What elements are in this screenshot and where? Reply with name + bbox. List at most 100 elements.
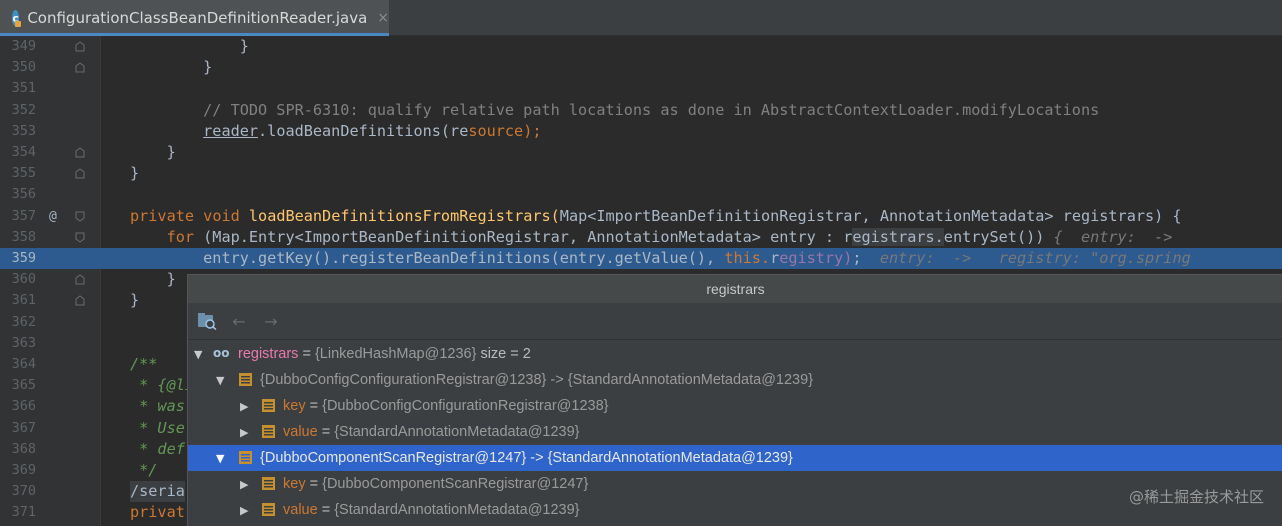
editor-tab-active[interactable]: c ConfigurationClassBeanDefinitionReader… <box>0 0 389 36</box>
java-class-icon: c <box>12 10 22 27</box>
line-number: 363 <box>11 334 36 351</box>
line-number: 362 <box>11 313 36 330</box>
code-line[interactable]: 353 reader.loadBeanDefinitions(resource)… <box>0 121 1282 142</box>
tree-row-entry[interactable]: ▼ {DubboConfigConfigurationRegistrar@123… <box>188 367 1282 393</box>
code-comment: // TODO SPR-6310: qualify relative path … <box>130 100 1100 119</box>
line-number: 366 <box>11 398 36 415</box>
code-text: } <box>130 58 213 77</box>
code-line[interactable]: 349 } <box>0 36 1282 57</box>
line-number: 350 <box>11 59 36 76</box>
code-line[interactable]: 357 @ private void loadBeanDefinitionsFr… <box>0 206 1282 227</box>
popup-toolbar: ← → <box>188 303 1282 339</box>
line-number: 364 <box>11 356 36 372</box>
code-doc-comment: */ <box>130 461 158 479</box>
code-text: entry.getKey().registerBeanDefinitions(e… <box>203 249 1191 267</box>
line-number: 357 <box>11 207 36 224</box>
fold-end-icon[interactable] <box>75 147 85 158</box>
line-number: 353 <box>11 122 36 139</box>
line-number: 368 <box>11 440 36 457</box>
code-text: /seria <box>130 481 185 503</box>
fold-end-icon[interactable] <box>75 168 85 179</box>
expanded-triangle-icon[interactable]: ▼ <box>216 452 224 465</box>
line-number: 370 <box>11 483 36 500</box>
collapsed-triangle-icon[interactable]: ▶ <box>240 426 248 439</box>
code-line[interactable]: 350 } <box>0 57 1282 78</box>
popup-title: registrars <box>188 275 1282 303</box>
line-number: 359 <box>11 250 36 266</box>
close-icon[interactable]: × <box>377 10 389 26</box>
fold-end-icon[interactable] <box>75 41 85 52</box>
code-doc-comment: * def <box>130 439 185 458</box>
code-text: reader.loadBeanDefinitions(resource); <box>203 121 542 140</box>
line-number: 352 <box>11 101 36 118</box>
collapsed-triangle-icon[interactable]: ▶ <box>240 478 248 491</box>
code-line-current[interactable]: 359 entry.getKey().registerBeanDefinitio… <box>0 248 1282 270</box>
popup-divider <box>188 339 1282 340</box>
line-number: 360 <box>11 271 36 288</box>
field-icon <box>262 425 275 438</box>
forward-arrow-icon[interactable]: → <box>260 311 282 331</box>
code-doc-comment: /** <box>130 355 158 373</box>
editor-tab-bar: c ConfigurationClassBeanDefinitionReader… <box>0 0 1282 36</box>
line-number: 355 <box>11 165 36 182</box>
code-line[interactable]: 351 <box>0 78 1282 99</box>
line-number: 371 <box>11 504 36 521</box>
line-number: 365 <box>11 377 36 394</box>
tree-row-value[interactable]: ▶ value = {StandardAnnotationMetadata@12… <box>188 497 1282 523</box>
tree-row-text: {DubboConfigConfigurationRegistrar@1238}… <box>260 372 814 388</box>
expanded-triangle-icon[interactable]: ▼ <box>194 348 202 361</box>
override-marker-icon[interactable]: @ <box>49 206 57 227</box>
tree-row-text: key = {DubboConfigConfigurationRegistrar… <box>283 398 609 414</box>
code-text: } <box>130 164 140 183</box>
tree-row-text: registrars = {LinkedHashMap@1236} size =… <box>238 346 531 362</box>
tree-row-key[interactable]: ▶ key = {DubboConfigConfigurationRegistr… <box>188 393 1282 419</box>
watch-glasses-icon: oo <box>213 346 230 360</box>
tree-row-entry-selected[interactable]: ▼ {DubboComponentScanRegistrar@1247} -> … <box>188 445 1282 471</box>
code-line[interactable]: 358 for (Map.Entry<ImportBeanDefinitionR… <box>0 227 1282 248</box>
code-text: } <box>130 291 140 310</box>
line-number: 358 <box>11 228 36 245</box>
code-line[interactable]: 354 } <box>0 142 1282 163</box>
back-arrow-icon[interactable]: ← <box>228 311 250 331</box>
line-number: 361 <box>11 292 36 309</box>
expanded-triangle-icon[interactable]: ▼ <box>216 374 224 387</box>
tree-row-text: value = {StandardAnnotationMetadata@1239… <box>283 424 580 440</box>
field-icon <box>262 399 275 412</box>
code-text: for (Map.Entry<ImportBeanDefinitionRegis… <box>166 227 1173 246</box>
line-number: 367 <box>11 419 36 436</box>
tree-row-text: key = {DubboComponentScanRegistrar@1247} <box>283 476 589 492</box>
code-doc-comment: * Use <box>130 418 185 437</box>
fold-end-icon[interactable] <box>75 295 85 306</box>
code-text: } <box>130 37 249 55</box>
code-text: } <box>130 270 176 289</box>
tab-file-name: ConfigurationClassBeanDefinitionReader.j… <box>27 9 368 27</box>
code-keyword: privat <box>130 503 185 522</box>
code-text: private void loadBeanDefinitionsFromRegi… <box>130 206 1182 225</box>
tree-row-value[interactable]: ▶ value = {StandardAnnotationMetadata@12… <box>188 419 1282 445</box>
fold-end-icon[interactable] <box>75 274 85 285</box>
field-icon <box>262 503 275 516</box>
collapsed-triangle-icon[interactable]: ▶ <box>240 504 248 517</box>
line-number: 351 <box>11 80 36 97</box>
line-number: 354 <box>11 144 36 160</box>
line-number: 356 <box>11 186 36 203</box>
fold-end-icon[interactable] <box>75 62 85 73</box>
line-number: 349 <box>11 38 36 54</box>
tree-row-registrars[interactable]: ▼ oo registrars = {LinkedHashMap@1236} s… <box>188 341 1282 367</box>
watermark: @稀土掘金技术社区 <box>1128 488 1264 506</box>
field-icon <box>239 373 252 386</box>
code-doc-comment: * {@li <box>130 376 195 395</box>
variable-inspect-popup[interactable]: registrars ← → ▼ oo registrars = {Linked… <box>187 274 1282 526</box>
code-line[interactable]: 355 } <box>0 163 1282 184</box>
collapsed-triangle-icon[interactable]: ▶ <box>240 400 248 413</box>
code-line[interactable]: 356 <box>0 184 1282 205</box>
code-line[interactable]: 352 // TODO SPR-6310: qualify relative p… <box>0 100 1282 121</box>
fold-start-icon[interactable] <box>75 232 85 243</box>
fold-start-icon[interactable] <box>75 211 85 222</box>
code-text: } <box>130 143 176 161</box>
tree-row-text: value = {StandardAnnotationMetadata@1239… <box>283 502 580 518</box>
code-doc-comment: * was <box>130 397 185 416</box>
tree-row-key[interactable]: ▶ key = {DubboComponentScanRegistrar@124… <box>188 471 1282 497</box>
evaluate-expression-icon[interactable] <box>196 311 218 331</box>
line-number: 369 <box>11 462 36 478</box>
